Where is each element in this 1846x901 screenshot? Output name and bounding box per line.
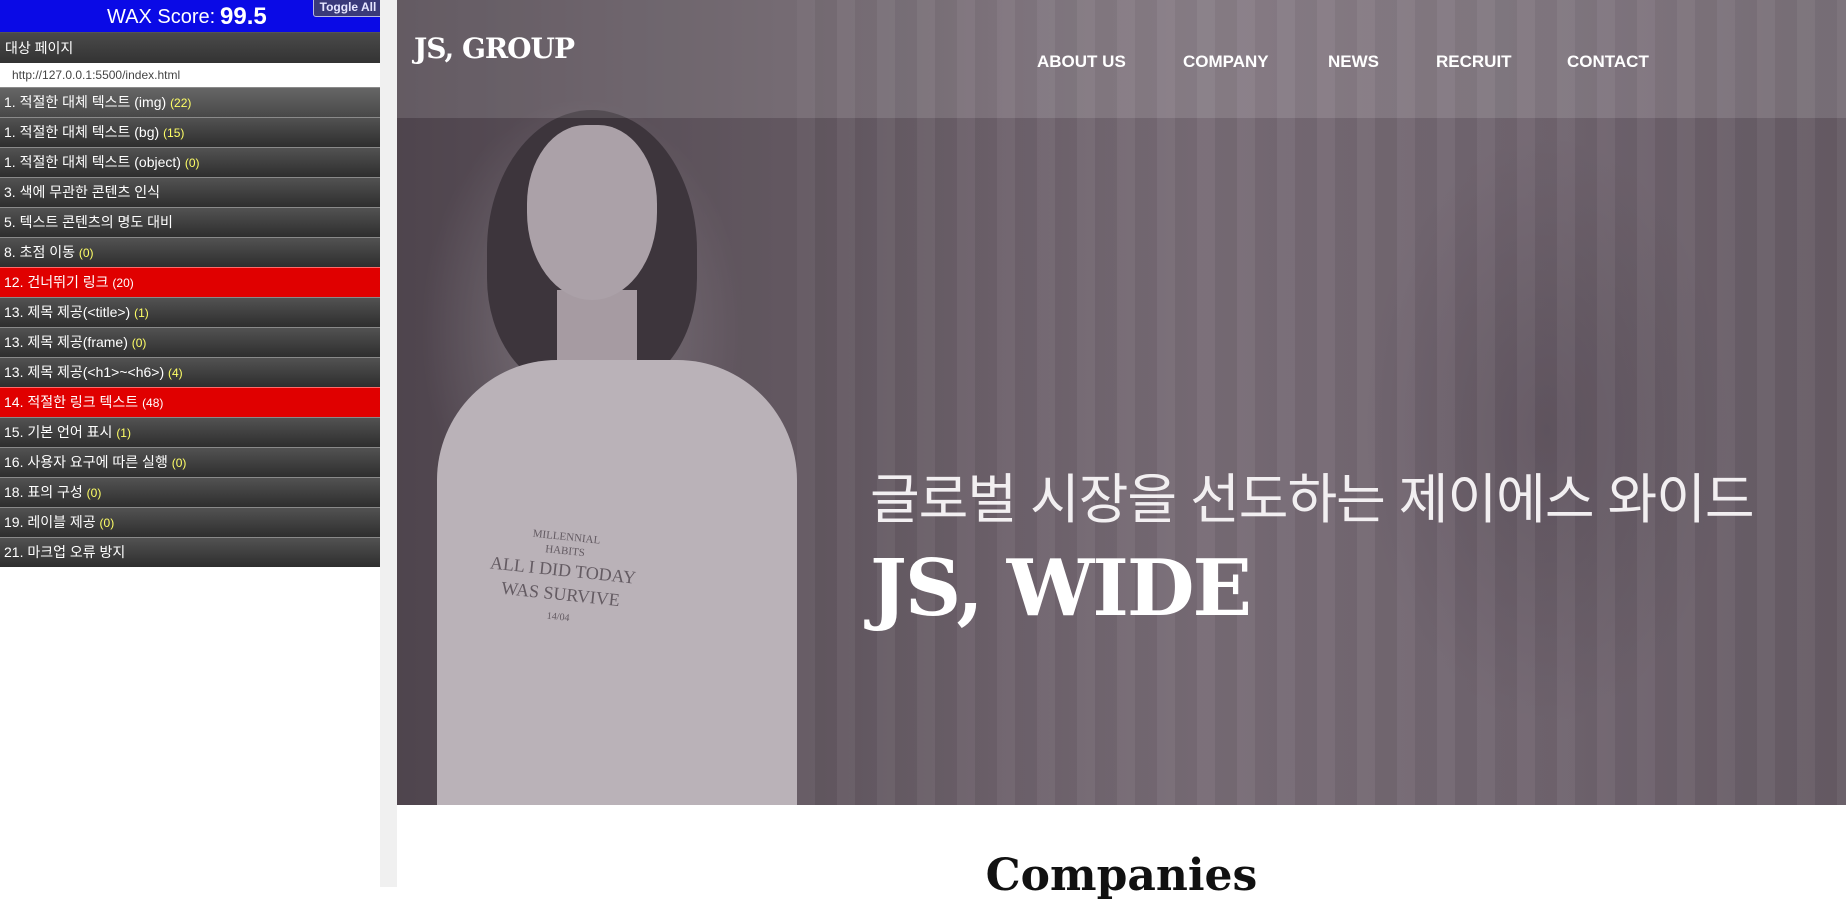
wax-check-label: 3. 색에 무관한 콘텐츠 인식	[4, 184, 161, 200]
wax-check-item[interactable]: 13. 제목 제공(frame) (0)	[0, 327, 380, 357]
wax-check-item[interactable]: 14. 적절한 링크 텍스트 (48)	[0, 387, 380, 417]
wax-check-label: 1. 적절한 대체 텍스트 (object)	[4, 154, 181, 170]
wax-check-count: (15)	[163, 126, 185, 140]
wax-check-count: (0)	[86, 486, 102, 500]
wax-check-label: 15. 기본 언어 표시	[4, 424, 113, 440]
wax-check-count: (4)	[168, 366, 183, 380]
target-page-url: http://127.0.0.1:5500/index.html	[0, 63, 380, 87]
nav-about-us[interactable]: ABOUT US	[1037, 52, 1126, 72]
wax-check-label: 18. 표의 구성	[4, 484, 83, 500]
hero-subtitle: 글로벌 시장을 선도하는 제이에스 와이드	[870, 470, 1755, 530]
wax-score-value: 99.5	[220, 3, 267, 30]
nav-company[interactable]: COMPANY	[1183, 52, 1269, 72]
wax-check-label: 12. 건너뛰기 링크	[4, 274, 109, 290]
wax-check-item[interactable]: 21. 마크업 오류 방지	[0, 537, 380, 567]
wax-check-item[interactable]: 19. 레이블 제공 (0)	[0, 507, 380, 537]
wax-score-label: WAX Score:	[107, 6, 216, 28]
wax-check-item[interactable]: 13. 제목 제공(<h1>~<h6>) (4)	[0, 357, 380, 387]
wax-panel: WAX Score: 99.5 Toggle All ▲ 대상 페이지 http…	[0, 0, 393, 887]
wax-check-item[interactable]: 1. 적절한 대체 텍스트 (img) (22)	[0, 87, 380, 117]
wax-check-label: 16. 사용자 요구에 따른 실행	[4, 454, 168, 470]
wax-check-label: 14. 적절한 링크 텍스트	[4, 394, 139, 410]
wax-check-item[interactable]: 1. 적절한 대체 텍스트 (bg) (15)	[0, 117, 380, 147]
wax-check-item[interactable]: 3. 색에 무관한 콘텐츠 인식	[0, 177, 380, 207]
wax-check-count: (0)	[184, 156, 200, 170]
wax-check-count: (0)	[99, 516, 115, 530]
hero-title: JS, WIDE	[870, 543, 1252, 634]
wax-check-count: (0)	[171, 456, 187, 470]
wax-check-count: (22)	[170, 96, 192, 110]
panel-divider	[380, 0, 397, 887]
nav-contact[interactable]: CONTACT	[1567, 52, 1649, 72]
wax-check-label: 1. 적절한 대체 텍스트 (bg)	[4, 124, 160, 140]
wax-check-count: (48)	[142, 396, 164, 410]
hero-overlay	[397, 0, 1846, 805]
wax-check-item[interactable]: 18. 표의 구성 (0)	[0, 477, 380, 507]
wax-check-item[interactable]: 8. 초점 이동 (0)	[0, 237, 380, 267]
wax-check-item[interactable]: 13. 제목 제공(<title>) (1)	[0, 297, 380, 327]
wax-check-label: 21. 마크업 오류 방지	[4, 544, 126, 560]
wax-check-label: 8. 초점 이동	[4, 244, 75, 260]
wax-check-label: 13. 제목 제공(frame)	[4, 334, 128, 350]
wax-check-label: 13. 제목 제공(<h1>~<h6>)	[4, 364, 165, 380]
wax-check-count: (0)	[78, 246, 94, 260]
wax-check-count: (1)	[134, 306, 149, 320]
nav-news[interactable]: NEWS	[1328, 52, 1379, 72]
site-logo[interactable]: JS, GROUP	[414, 32, 575, 65]
wax-check-label: 13. 제목 제공(<title>)	[4, 304, 131, 320]
wax-check-list: 1. 적절한 대체 텍스트 (img) (22) 1. 적절한 대체 텍스트 (b…	[0, 87, 380, 567]
wax-check-label: 19. 레이블 제공	[4, 514, 96, 530]
nav-recruit[interactable]: RECRUIT	[1436, 52, 1512, 72]
wax-check-label: 1. 적절한 대체 텍스트 (img)	[4, 94, 167, 110]
hero-section: MILLENNIAL HABITS ALL I DID TODAY WAS SU…	[397, 0, 1846, 805]
wax-check-count: (20)	[112, 276, 134, 290]
wax-check-count: (1)	[116, 426, 131, 440]
wax-check-item[interactable]: 12. 건너뛰기 링크 (20)	[0, 267, 380, 297]
target-page-title: 대상 페이지	[0, 33, 380, 63]
wax-check-count: (0)	[131, 336, 147, 350]
wax-check-item[interactable]: 1. 적절한 대체 텍스트 (object) (0)	[0, 147, 380, 177]
companies-heading: Companies	[985, 850, 1258, 901]
wax-check-item[interactable]: 15. 기본 언어 표시 (1)	[0, 417, 380, 447]
toggle-all-button[interactable]: Toggle All	[313, 0, 383, 17]
wax-check-label: 5. 텍스트 콘텐츠의 명도 대비	[4, 214, 173, 230]
wax-check-item[interactable]: 5. 텍스트 콘텐츠의 명도 대비	[0, 207, 380, 237]
website: MILLENNIAL HABITS ALL I DID TODAY WAS SU…	[397, 0, 1846, 901]
wax-check-item[interactable]: 16. 사용자 요구에 따른 실행 (0)	[0, 447, 380, 477]
